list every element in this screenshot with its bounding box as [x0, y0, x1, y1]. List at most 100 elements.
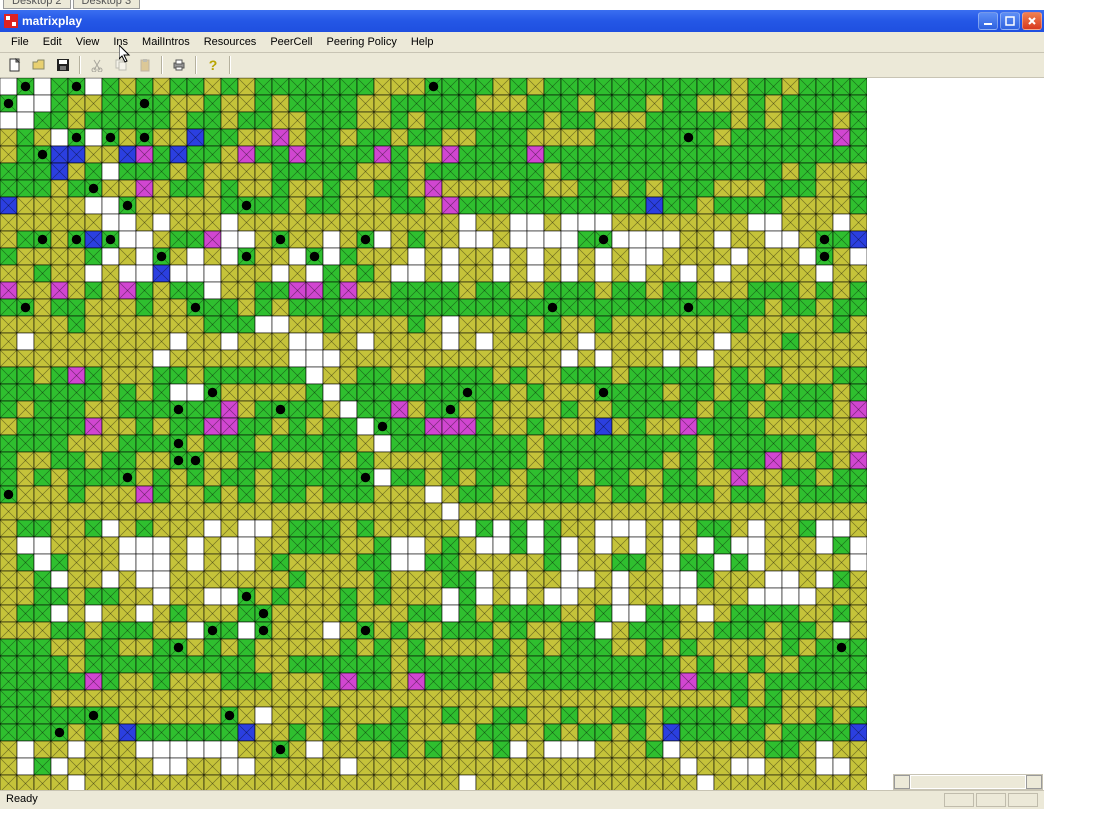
- grid-cell[interactable]: [527, 95, 544, 112]
- grid-cell[interactable]: [510, 520, 527, 537]
- grid-cell[interactable]: [714, 707, 731, 724]
- grid-cell[interactable]: [425, 520, 442, 537]
- grid-cell[interactable]: [153, 503, 170, 520]
- grid-cell[interactable]: [119, 775, 136, 790]
- grid-cell[interactable]: [442, 503, 459, 520]
- grid-cell[interactable]: [510, 333, 527, 350]
- grid-cell[interactable]: [272, 571, 289, 588]
- grid-cell[interactable]: [646, 435, 663, 452]
- grid-cell[interactable]: [391, 639, 408, 656]
- grid-cell[interactable]: [629, 95, 646, 112]
- grid-cell[interactable]: [833, 316, 850, 333]
- grid-cell[interactable]: [374, 537, 391, 554]
- grid-cell[interactable]: [782, 129, 799, 146]
- grid-cell[interactable]: [561, 197, 578, 214]
- grid-cell[interactable]: [357, 775, 374, 790]
- grid-cell[interactable]: [748, 231, 765, 248]
- grid-cell[interactable]: [306, 537, 323, 554]
- grid-cell[interactable]: [578, 401, 595, 418]
- grid-cell[interactable]: [544, 384, 561, 401]
- grid-cell[interactable]: [561, 316, 578, 333]
- grid-cell[interactable]: [595, 588, 612, 605]
- grid-cell[interactable]: [697, 588, 714, 605]
- grid-cell[interactable]: [357, 367, 374, 384]
- grid-cell[interactable]: [476, 503, 493, 520]
- grid-cell[interactable]: [578, 146, 595, 163]
- grid-cell[interactable]: [663, 571, 680, 588]
- grid-cell[interactable]: [255, 112, 272, 129]
- grid-cell[interactable]: [204, 707, 221, 724]
- grid-cell[interactable]: [51, 741, 68, 758]
- grid-cell[interactable]: [833, 299, 850, 316]
- grid-cell[interactable]: [527, 384, 544, 401]
- grid-cell[interactable]: [374, 112, 391, 129]
- grid-cell[interactable]: [748, 401, 765, 418]
- grid-cell[interactable]: [425, 622, 442, 639]
- grid-cell[interactable]: [612, 452, 629, 469]
- grid-cell[interactable]: [680, 248, 697, 265]
- grid-cell[interactable]: [459, 775, 476, 790]
- grid-cell[interactable]: [0, 758, 17, 775]
- grid-cell[interactable]: [663, 180, 680, 197]
- grid-cell[interactable]: [34, 588, 51, 605]
- grid-cell[interactable]: [289, 316, 306, 333]
- grid-cell[interactable]: [170, 724, 187, 741]
- grid-cell[interactable]: [748, 622, 765, 639]
- grid-cell[interactable]: [527, 605, 544, 622]
- grid-cell[interactable]: [833, 248, 850, 265]
- grid-cell[interactable]: [357, 180, 374, 197]
- grid-cell[interactable]: [221, 401, 238, 418]
- grid-cell[interactable]: [374, 282, 391, 299]
- grid-cell[interactable]: [476, 418, 493, 435]
- grid-cell[interactable]: [612, 214, 629, 231]
- grid-cell[interactable]: [697, 316, 714, 333]
- grid-cell[interactable]: [850, 435, 867, 452]
- grid-cell[interactable]: [527, 520, 544, 537]
- grid-cell[interactable]: [187, 537, 204, 554]
- grid-cell[interactable]: [289, 401, 306, 418]
- grid-cell[interactable]: [544, 214, 561, 231]
- grid-cell[interactable]: [374, 605, 391, 622]
- grid-cell[interactable]: [459, 265, 476, 282]
- grid-cell[interactable]: [714, 588, 731, 605]
- grid-cell[interactable]: [323, 95, 340, 112]
- grid-cell[interactable]: [680, 146, 697, 163]
- grid-cell[interactable]: [68, 282, 85, 299]
- grid-cell[interactable]: [476, 384, 493, 401]
- grid-cell[interactable]: [170, 350, 187, 367]
- grid-cell[interactable]: [323, 265, 340, 282]
- grid-cell[interactable]: [238, 214, 255, 231]
- grid-cell[interactable]: [119, 350, 136, 367]
- grid-cell[interactable]: [136, 197, 153, 214]
- grid-cell[interactable]: [306, 384, 323, 401]
- grid-cell[interactable]: [714, 180, 731, 197]
- grid-cell[interactable]: [357, 265, 374, 282]
- grid-cell[interactable]: [17, 605, 34, 622]
- grid-cell[interactable]: [765, 265, 782, 282]
- grid-cell[interactable]: [323, 231, 340, 248]
- grid-cell[interactable]: [493, 418, 510, 435]
- grid-cell[interactable]: [119, 435, 136, 452]
- grid-cell[interactable]: [765, 146, 782, 163]
- grid-cell[interactable]: [221, 248, 238, 265]
- grid-cell[interactable]: [34, 112, 51, 129]
- grid-cell[interactable]: [255, 299, 272, 316]
- grid-cell[interactable]: [51, 163, 68, 180]
- grid-cell[interactable]: [578, 197, 595, 214]
- grid-cell[interactable]: [578, 299, 595, 316]
- grid-cell[interactable]: [833, 622, 850, 639]
- grid-cell[interactable]: [680, 435, 697, 452]
- grid-cell[interactable]: [391, 622, 408, 639]
- grid-cell[interactable]: [0, 367, 17, 384]
- grid-cell[interactable]: [646, 724, 663, 741]
- grid-cell[interactable]: [340, 656, 357, 673]
- grid-cell[interactable]: [731, 163, 748, 180]
- grid-cell[interactable]: [663, 265, 680, 282]
- grid-cell[interactable]: [119, 656, 136, 673]
- grid-cell[interactable]: [340, 639, 357, 656]
- grid-cell[interactable]: [153, 350, 170, 367]
- grid-cell[interactable]: [680, 673, 697, 690]
- grid-cell[interactable]: [306, 571, 323, 588]
- grid-cell[interactable]: [850, 537, 867, 554]
- grid-cell[interactable]: [221, 503, 238, 520]
